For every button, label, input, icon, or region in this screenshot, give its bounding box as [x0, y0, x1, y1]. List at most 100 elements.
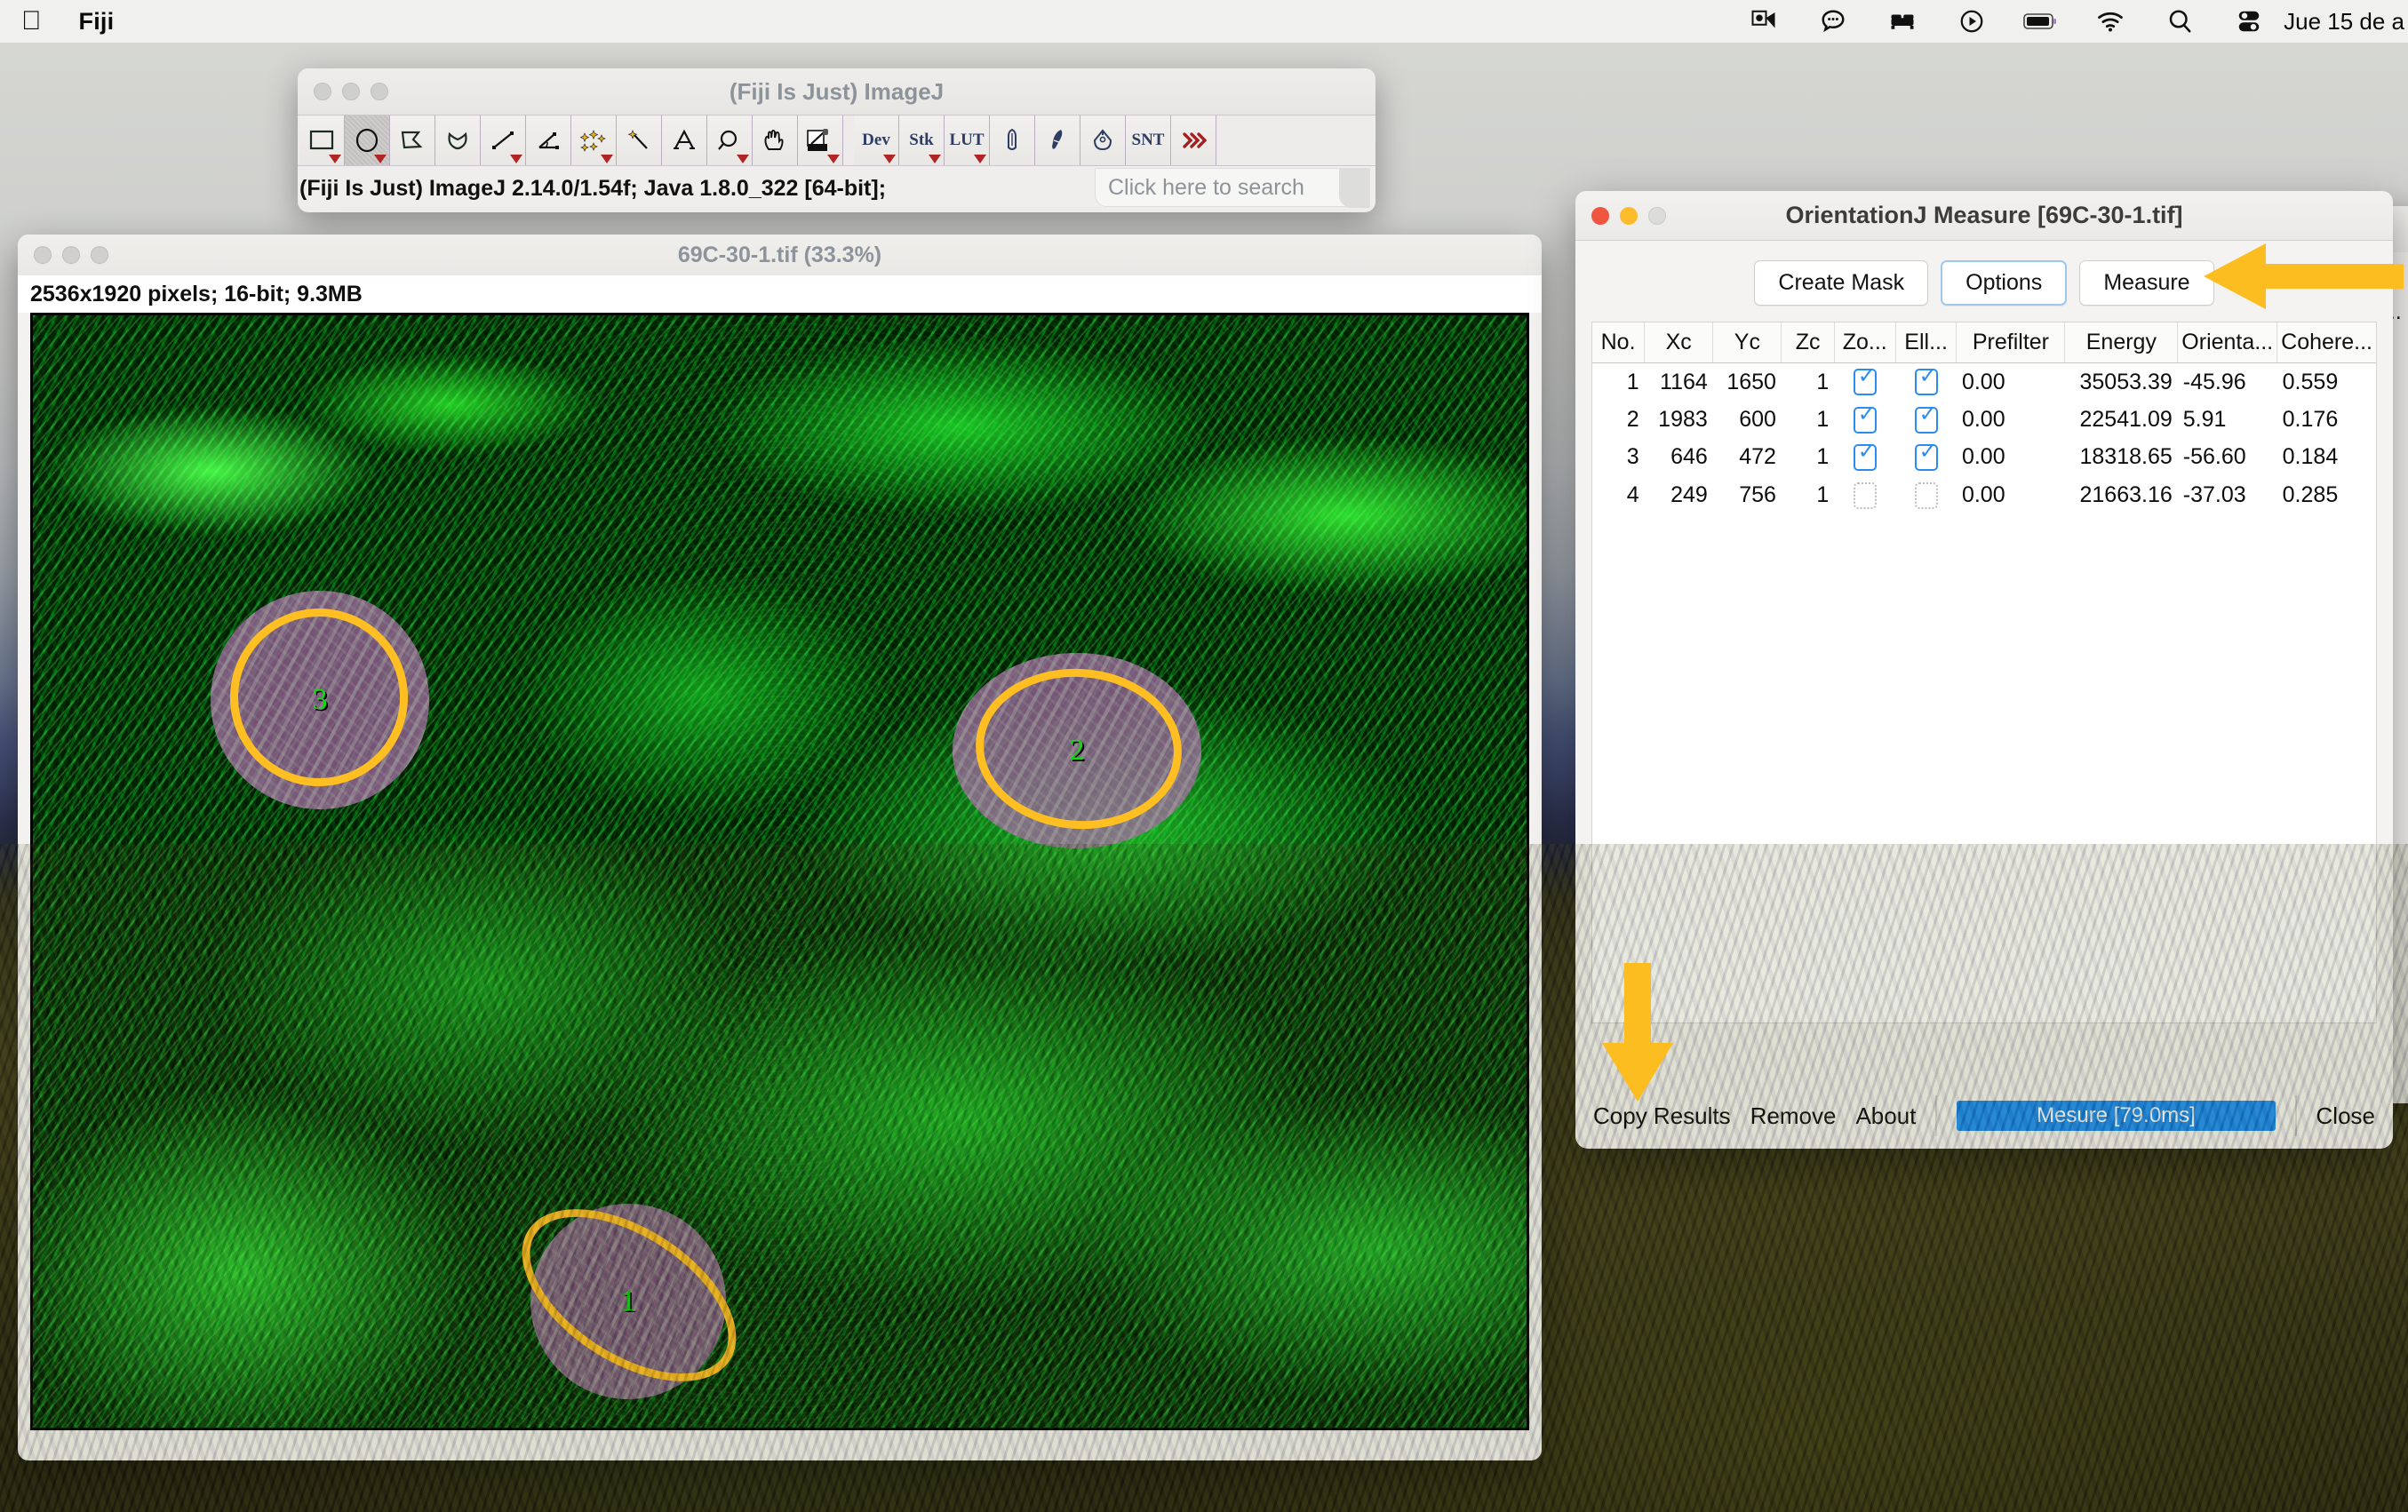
text-tool[interactable] — [662, 115, 707, 165]
chevron-down-icon[interactable] — [601, 155, 613, 163]
battery-icon[interactable] — [2006, 0, 2076, 43]
point-tool[interactable] — [571, 115, 617, 165]
copy-results-button[interactable]: Copy Results — [1593, 1102, 1731, 1130]
oval-tool[interactable] — [345, 115, 390, 165]
magnifier-tool[interactable] — [707, 115, 753, 165]
checkbox-checked-icon[interactable] — [1853, 404, 1877, 434]
options-button[interactable]: Options — [1941, 260, 2068, 306]
chevron-down-icon[interactable] — [737, 155, 749, 163]
cell-ellipse-checkbox[interactable] — [1895, 439, 1957, 476]
sleep-bed-icon[interactable] — [1868, 0, 1937, 43]
dev-tool[interactable]: Dev — [854, 115, 899, 165]
col-orientation[interactable]: Orienta... — [2177, 322, 2278, 363]
play-circle-icon[interactable] — [1937, 0, 2006, 43]
paintbrush-tool[interactable] — [1035, 115, 1080, 165]
cell-ellipse-checkbox[interactable] — [1895, 363, 1957, 402]
control-center-icon[interactable] — [2214, 0, 2284, 43]
fiji-main-toolbar-window[interactable]: (Fiji Is Just) ImageJ Dev Stk LUT SNT (F… — [298, 68, 1375, 212]
checkbox-checked-icon[interactable] — [1914, 366, 1938, 396]
minimize-button[interactable] — [62, 246, 80, 264]
roi-2[interactable]: 2 — [953, 653, 1201, 848]
cell-zone-checkbox[interactable] — [1834, 401, 1895, 438]
orientationj-window-controls[interactable] — [1591, 206, 1666, 225]
image-canvas[interactable]: 3 2 1 — [30, 313, 1529, 1430]
cell-ellipse-checkbox[interactable] — [1895, 401, 1957, 438]
eyedropper-tool[interactable] — [798, 115, 843, 165]
col-ellipse[interactable]: Ell... — [1895, 322, 1957, 363]
checkbox-checked-icon[interactable] — [1914, 442, 1938, 472]
close-button-label[interactable]: Close — [2316, 1102, 2375, 1130]
fiji-tool-row[interactable]: Dev Stk LUT SNT — [298, 115, 1375, 166]
checkbox-checked-icon[interactable] — [1853, 366, 1877, 396]
minimize-button[interactable] — [342, 83, 360, 100]
lut-tool[interactable]: LUT — [945, 115, 990, 165]
polygon-tool[interactable] — [390, 115, 435, 165]
zoom-button[interactable] — [91, 246, 108, 264]
remove-button[interactable]: Remove — [1750, 1102, 1837, 1130]
col-coherency[interactable]: Cohere... — [2276, 322, 2376, 363]
active-app-name[interactable]: Fiji — [79, 8, 115, 36]
rectangle-tool[interactable] — [299, 115, 345, 165]
create-mask-button[interactable]: Create Mask — [1754, 260, 1929, 306]
chevron-down-icon[interactable] — [974, 155, 986, 163]
zoom-button[interactable] — [1648, 206, 1666, 225]
cell-ellipse-checkbox[interactable] — [1895, 476, 1957, 513]
cell-zone-checkbox[interactable] — [1834, 363, 1895, 402]
chevron-down-icon[interactable] — [329, 155, 341, 163]
image-window-controls[interactable] — [34, 246, 108, 264]
search-icon[interactable] — [2145, 0, 2214, 43]
image-window[interactable]: 69C-30-1.tif (33.3%) 2536x1920 pixels; 1… — [18, 235, 1542, 1460]
col-xc[interactable]: Xc — [1644, 322, 1714, 363]
screenshot-icon[interactable] — [1729, 0, 1798, 43]
roi-3[interactable]: 3 — [195, 574, 443, 821]
col-zone[interactable]: Zo... — [1834, 322, 1896, 363]
fiji-window-controls[interactable] — [314, 83, 388, 100]
measure-button[interactable]: Measure — [2079, 260, 2214, 306]
chevron-down-icon[interactable] — [374, 155, 387, 163]
minimize-button[interactable] — [1620, 206, 1638, 225]
messages-icon[interactable] — [1798, 0, 1868, 43]
close-button[interactable] — [34, 246, 52, 264]
checkbox-unchecked-icon[interactable] — [1853, 481, 1877, 509]
freehand-tool[interactable] — [435, 115, 481, 165]
col-energy[interactable]: Energy — [2064, 322, 2179, 363]
roi-1[interactable]: 1 — [491, 1174, 767, 1417]
cell-zone-checkbox[interactable] — [1834, 439, 1895, 476]
line-tool[interactable] — [481, 115, 526, 165]
close-button[interactable] — [1591, 206, 1609, 225]
table-row[interactable]: 4 249 756 1 0.00 21663.16 -37.03 0.285 — [1592, 476, 2376, 513]
angle-tool[interactable] — [526, 115, 571, 165]
paint-bucket-tool[interactable] — [1080, 115, 1126, 165]
orientationj-measure-window[interactable]: OrientationJ Measure [69C-30-1.tif] Crea… — [1575, 191, 2393, 1149]
col-prefilter[interactable]: Prefilter — [1956, 322, 2066, 363]
chevron-down-icon[interactable] — [929, 155, 941, 163]
close-button[interactable] — [314, 83, 331, 100]
table-row[interactable]: 2 1983 600 1 0.00 22541.09 5.91 0.176 — [1592, 401, 2376, 438]
col-zc[interactable]: Zc — [1781, 322, 1835, 363]
checkbox-checked-icon[interactable] — [1914, 404, 1938, 434]
zoom-button[interactable] — [371, 83, 388, 100]
pencil-tool[interactable] — [990, 115, 1035, 165]
table-row[interactable]: 1 1164 1650 1 0.00 35053.39 -45.96 0.559 — [1592, 363, 2376, 402]
chevron-down-icon[interactable] — [827, 155, 840, 163]
apple-logo-icon[interactable]:  — [21, 8, 42, 35]
cell-zone-checkbox[interactable] — [1834, 476, 1895, 513]
snt-tool[interactable]: SNT — [1126, 115, 1171, 165]
magic-wand-tool[interactable] — [617, 115, 662, 165]
results-table-container[interactable]: No. Xc Yc Zc Zo... Ell... Prefilter Ener… — [1591, 322, 2377, 1023]
menu-bar-clock[interactable]: Jue 15 de a — [2284, 8, 2408, 36]
hand-tool[interactable] — [753, 115, 798, 165]
col-no[interactable]: No. — [1592, 322, 1646, 363]
table-row[interactable]: 3 646 472 1 0.00 18318.65 -56.60 0.184 — [1592, 439, 2376, 476]
stk-tool[interactable]: Stk — [899, 115, 945, 165]
chevron-down-icon[interactable] — [510, 155, 522, 163]
resize-grip[interactable] — [1339, 169, 1369, 208]
more-tools-button[interactable] — [1171, 115, 1216, 165]
checkbox-unchecked-icon[interactable] — [1914, 481, 1938, 509]
fiji-search-box[interactable]: Click here to search — [1095, 168, 1370, 208]
chevron-down-icon[interactable] — [883, 155, 896, 163]
checkbox-checked-icon[interactable] — [1853, 442, 1877, 472]
col-yc[interactable]: Yc — [1712, 322, 1782, 363]
wifi-icon[interactable] — [2076, 0, 2145, 43]
about-button[interactable]: About — [1855, 1102, 1916, 1130]
